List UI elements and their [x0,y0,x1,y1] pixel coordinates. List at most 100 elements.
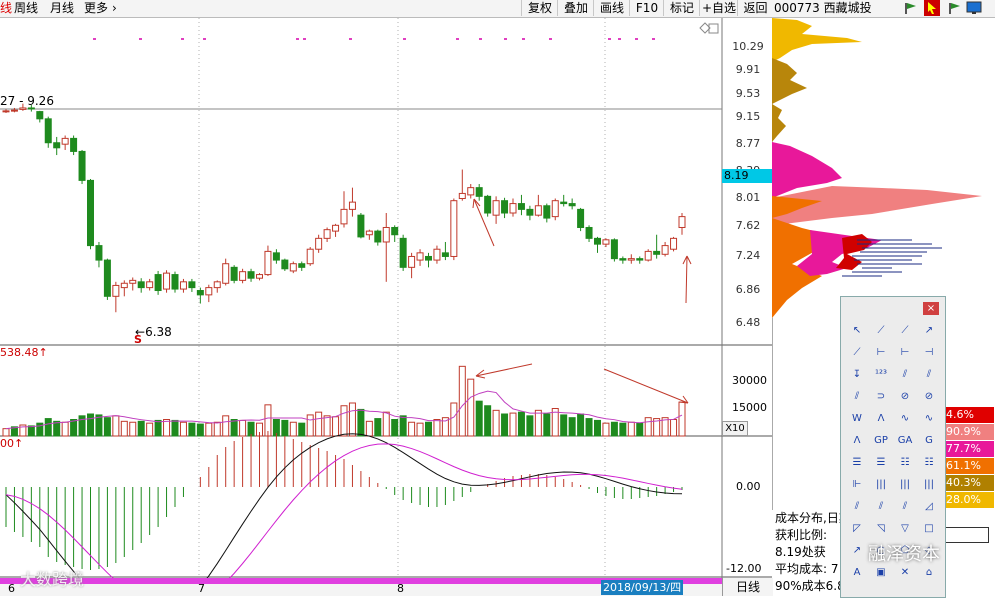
macd-label-value: 00 [0,437,14,450]
candle-body [87,179,94,247]
drawing-tool-icon[interactable]: G [921,433,937,449]
button-back[interactable]: 返回 [737,0,773,16]
volume-bar [678,401,686,437]
profit-ratio-input[interactable] [945,527,989,543]
volume-bar [425,421,432,437]
candle [678,213,686,235]
volume-bar [484,405,492,437]
flag-icon[interactable] [948,1,962,15]
period-tab-monthly[interactable]: 月线 [50,1,74,16]
drawing-tool-icon[interactable]: ↖ [849,323,865,339]
volume-bar [408,421,416,437]
price-tick: 9.53 [735,87,761,100]
drawing-tool-icon[interactable]: ⌂ [921,565,937,581]
drawing-tool-icon[interactable]: ⟋ [897,323,913,339]
drawing-tool-icon[interactable]: ⫽ [873,499,889,515]
candle-body [543,205,551,219]
drawing-tool-icon[interactable]: ⊘ [921,389,937,405]
button-overlay[interactable]: 叠加 [557,0,594,16]
kline-chart[interactable] [0,18,772,596]
drawing-tool-icon[interactable]: ☰ [849,455,865,471]
drawing-tool-icon[interactable]: ⟋ [849,345,865,361]
price-tick: 7.62 [735,219,761,232]
candle-body [306,248,314,265]
period-tab-partial[interactable]: 线 [0,1,12,16]
candle [374,229,382,246]
drawing-tool-icon[interactable]: ∿ [921,411,937,427]
drawing-tool-icon[interactable]: ☰ [873,455,889,471]
drawing-tool-icon[interactable]: ▽ [897,521,913,537]
drawing-tool-icon[interactable]: □ [921,521,937,537]
drawing-tool-icon[interactable]: ◿ [921,499,937,515]
period-tab-weekly[interactable]: 周线 [14,1,38,16]
drawing-tool-icon[interactable]: ⊢ [873,345,889,361]
drawing-tool-icon[interactable]: W [849,411,865,427]
screen-icon[interactable] [966,1,982,15]
drawing-tool-icon[interactable]: ⫽ [849,499,865,515]
drawing-tool-icon[interactable]: ☷ [897,455,913,471]
candle-body [171,274,179,290]
drawing-tool-icon[interactable]: ☷ [921,455,937,471]
candle-body [78,150,86,181]
drawing-tool-icon[interactable]: ⊩ [849,477,865,493]
drawing-tool-icon[interactable]: ◹ [873,521,889,537]
candle [517,194,525,216]
drawing-tool-icon[interactable]: ⫽ [897,499,913,515]
drawing-tool-icon[interactable]: GP [873,433,889,449]
volume-bar [509,412,517,437]
volume-bar [230,419,238,437]
drawing-tool-icon[interactable]: Ʌ [873,411,889,427]
volume-bar [433,419,441,437]
drawing-tool-icon[interactable]: ↧ [849,367,865,383]
close-icon[interactable]: × [923,302,939,315]
button-draw-line[interactable]: 画线 [593,0,630,16]
candle [120,280,128,297]
drawing-tool-icon[interactable]: ||| [921,477,937,493]
arrow-cursor-icon[interactable] [924,0,940,16]
stock-code-name: 000773 西藏城投 [774,1,872,15]
candle [171,271,179,293]
drawing-tool-icon[interactable]: ⟋ [873,323,889,339]
drawing-tool-icon[interactable]: ¹²³ [873,367,889,383]
volume-bar [670,419,678,437]
drawing-tool-icon[interactable]: ⊣ [921,345,937,361]
drawing-tool-icon[interactable]: ▣ [873,565,889,581]
drawing-tool-icon[interactable]: A [849,565,865,581]
drawing-tool-icon[interactable]: ✕ [897,565,913,581]
drawing-tool-icon[interactable]: ↗ [921,323,937,339]
candle-body [103,259,111,297]
drawing-tool-icon[interactable]: ||| [897,477,913,493]
candle [365,229,373,240]
candle-body [332,224,340,232]
button-add-watchlist[interactable]: +自选 [699,0,738,16]
period-tab-more[interactable]: 更多 [84,1,108,16]
drawing-tool-icon[interactable]: ⫽ [897,367,913,383]
drawing-tool-icon[interactable]: ↗ [849,543,865,559]
candle [36,110,44,123]
candle-body [492,200,500,216]
candle [61,135,69,150]
chevron-right-icon[interactable]: › [112,1,117,16]
drawing-tool-icon[interactable]: ∿ [897,411,913,427]
drawing-tool-icon[interactable]: ⊢ [897,345,913,361]
drawing-tool-icon[interactable]: ⫽ [921,367,937,383]
volume-tick: 15000 [732,401,767,414]
button-mark[interactable]: 标记 [663,0,700,16]
drawing-tool-icon[interactable]: GA [897,433,913,449]
drawing-tool-icon[interactable]: ⫽ [849,389,865,405]
timeframe-button[interactable]: 日线 [722,578,773,596]
candle-body [467,187,475,196]
volume-bar [568,417,576,437]
button-fuquan[interactable]: 复权 [521,0,558,16]
signal-marker: S [134,333,142,346]
cost90-label: 90%成本6.8 [775,579,845,593]
flag-icon[interactable] [904,1,918,15]
drawing-tool-icon[interactable]: Ʌ [849,433,865,449]
drawing-tool-icon[interactable]: ⊘ [897,389,913,405]
volume-max-value: 538.48 [0,346,39,359]
button-f10[interactable]: F10 [629,0,664,16]
drawing-tool-icon[interactable]: ⊃ [873,389,889,405]
drawing-tool-icon[interactable]: ◸ [849,521,865,537]
candle [543,203,551,223]
drawing-tool-icon[interactable]: ||| [873,477,889,493]
